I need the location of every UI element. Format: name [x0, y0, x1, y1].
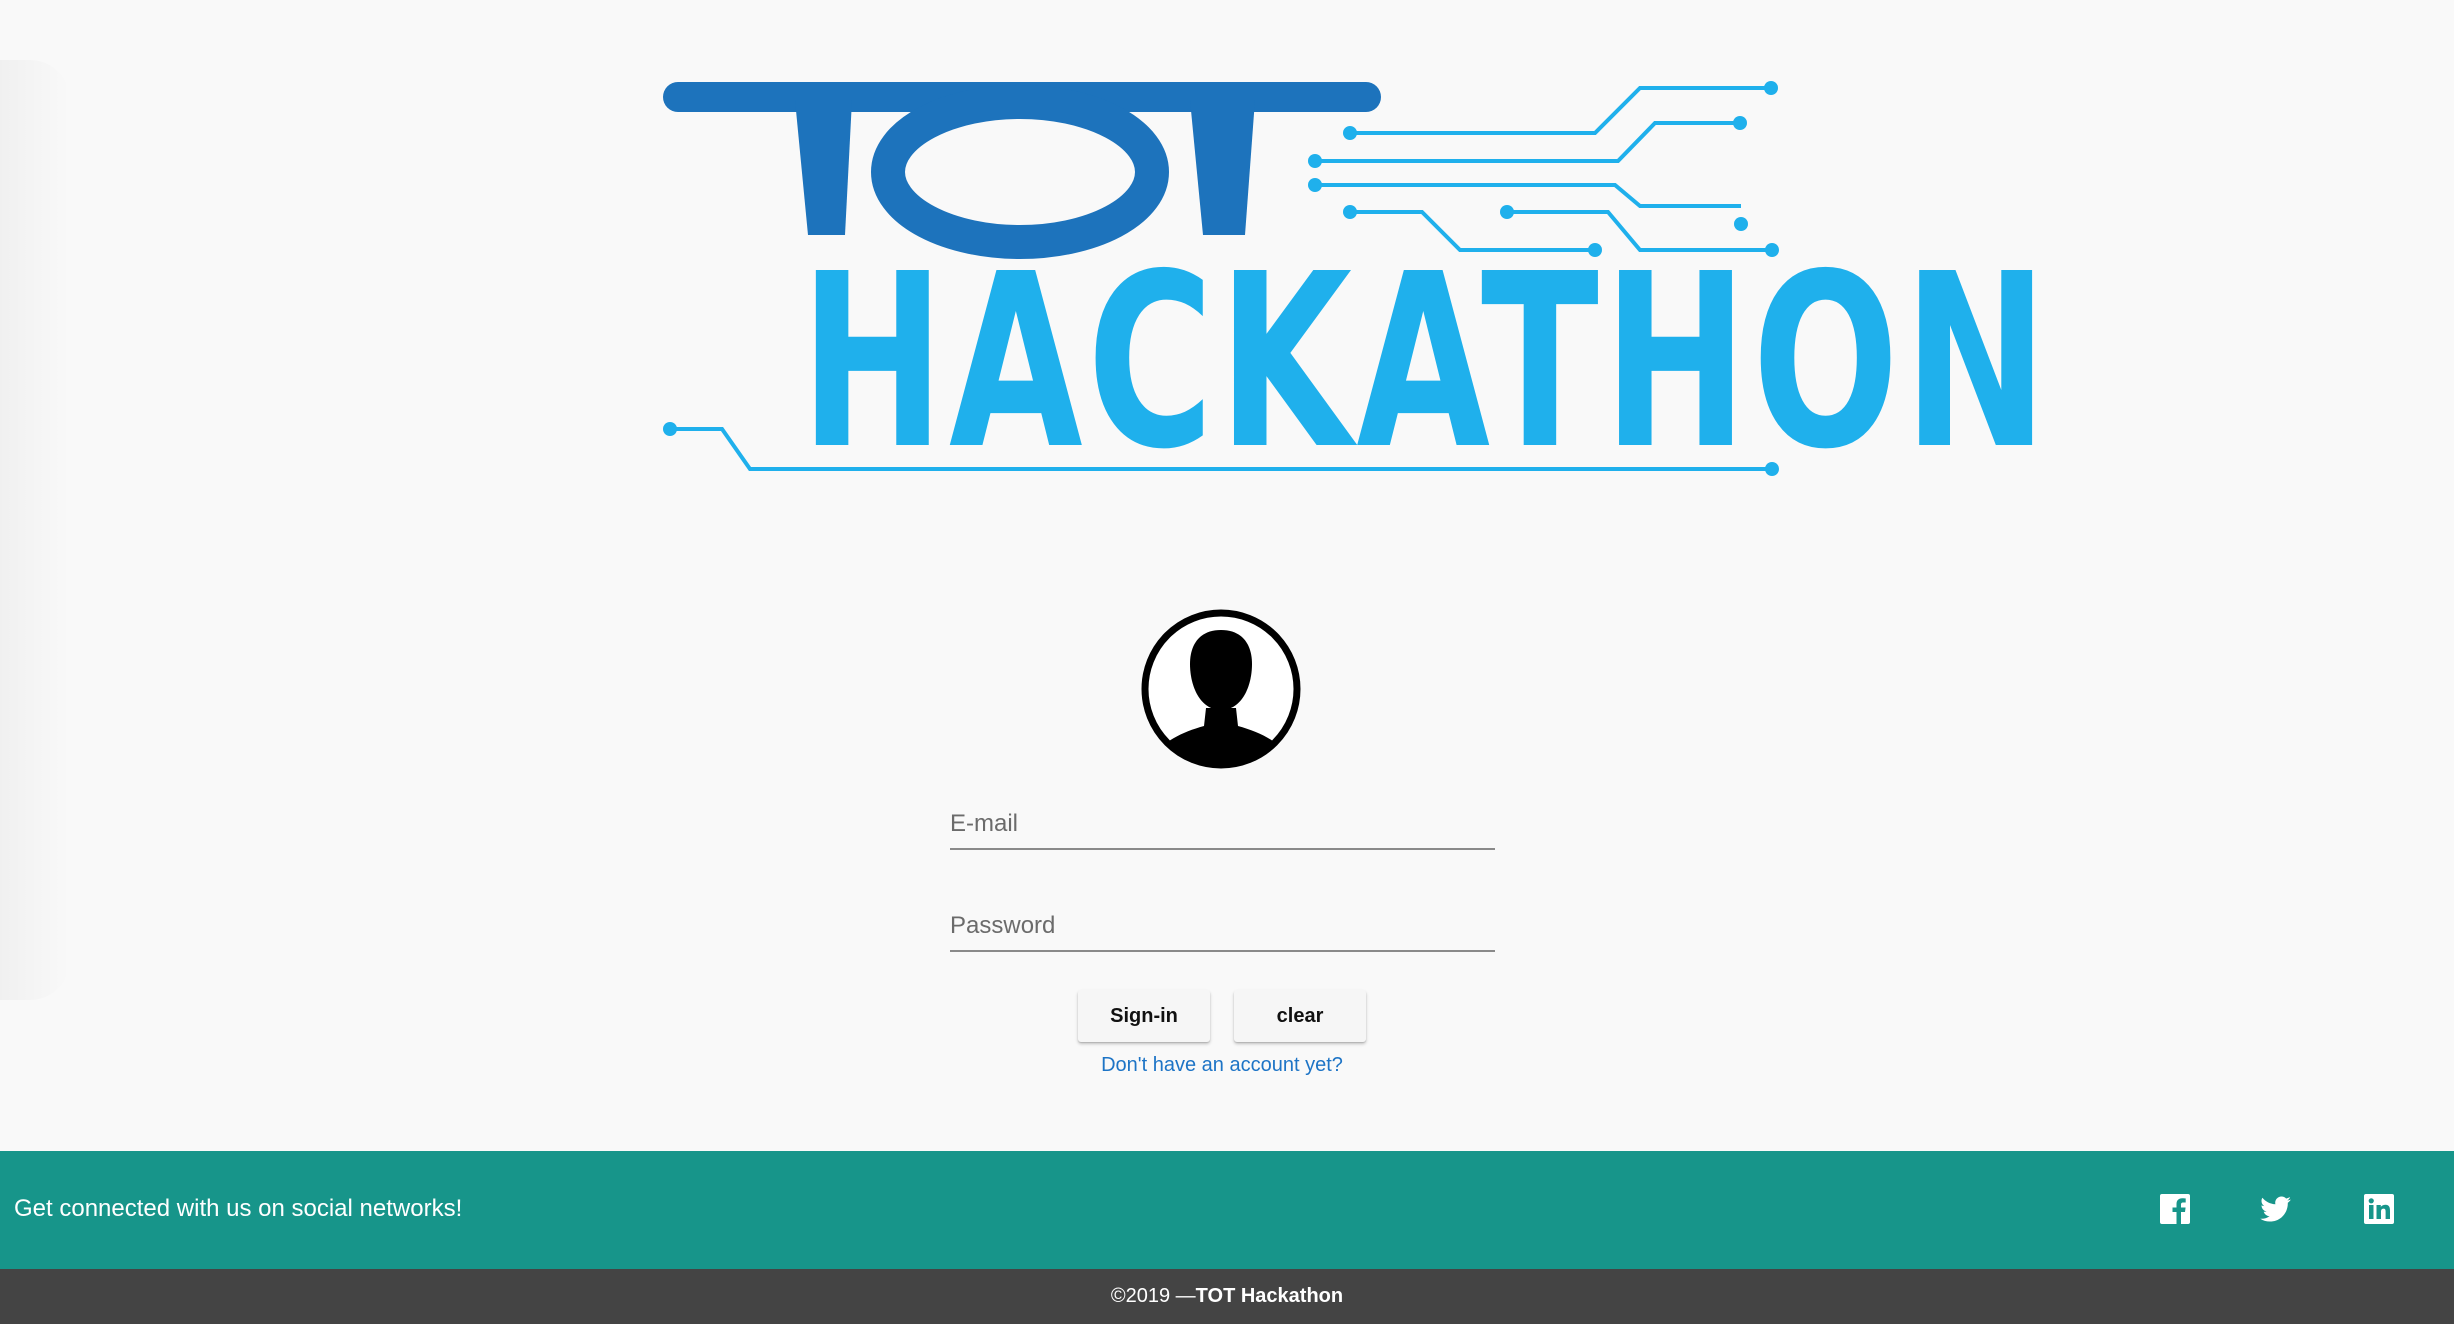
email-input[interactable]: [950, 810, 1495, 838]
facebook-icon[interactable]: [2158, 1192, 2192, 1226]
logo-wordmark: HACKATHON: [800, 242, 2048, 482]
copyright-bar: ©2019 —TOT Hackathon: [0, 1269, 2454, 1324]
signup-link[interactable]: Don't have an account yet?: [1000, 1054, 1444, 1077]
login-page: HACKATHON Sign-in clear Don't have an ac…: [0, 0, 2454, 1324]
password-field[interactable]: [950, 898, 1495, 952]
twitter-icon[interactable]: [2258, 1192, 2292, 1226]
email-field[interactable]: [950, 796, 1495, 850]
social-bar: Get connected with us on social networks…: [0, 1151, 2454, 1269]
sign-in-button[interactable]: Sign-in: [1078, 990, 1210, 1042]
linkedin-icon[interactable]: [2362, 1192, 2396, 1226]
clear-button[interactable]: clear: [1234, 990, 1366, 1042]
side-shadow: [0, 60, 70, 1000]
social-text: Get connected with us on social networks…: [14, 1195, 463, 1222]
logo-hackathon-text: HACKATHON: [800, 222, 2053, 502]
password-input[interactable]: [950, 912, 1495, 940]
user-silhouette-icon: [1141, 609, 1301, 769]
copyright-prefix: ©2019 —: [1110, 1285, 1196, 1307]
copyright-name: TOT Hackathon: [1195, 1285, 1344, 1307]
